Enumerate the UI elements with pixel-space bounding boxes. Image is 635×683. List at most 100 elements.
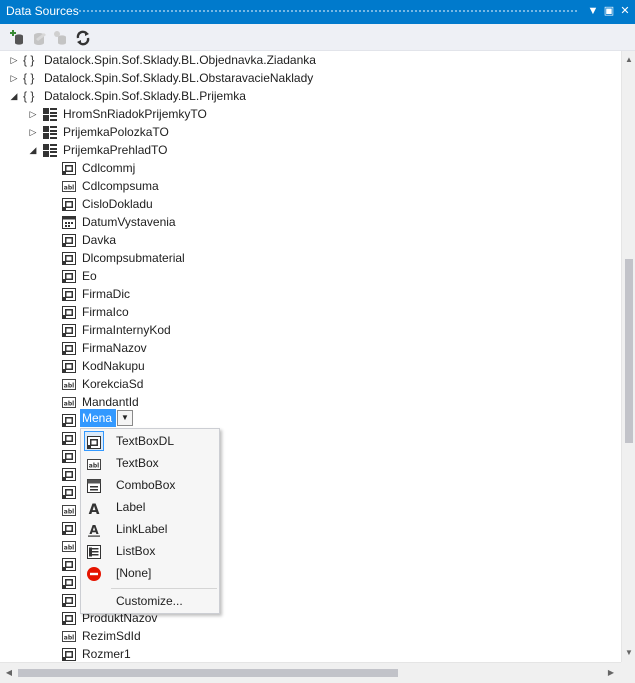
menu-item-textboxdl[interactable]: TextBoxDL [81,430,219,452]
svg-text:A: A [89,502,100,515]
tree-node-namespace[interactable]: ▷ { } Datalock.Spin.Sof.Sklady.BL.Obstar… [0,69,621,87]
menu-item-label: Label [116,500,146,514]
tree-node-field[interactable]: FirmaInternyKod [0,321,621,339]
textboxdl-icon [62,198,76,211]
object-datasource-icon [43,126,57,139]
namespace-icon: { } [23,53,35,67]
tree-node-field[interactable]: DatumVystavenia [0,213,621,231]
expand-arrow-icon[interactable]: ▷ [28,105,38,123]
menu-separator [111,588,217,589]
expand-arrow-icon[interactable]: ▷ [9,69,19,87]
field-label: Dlcompsubmaterial [82,251,185,265]
textboxdl-icon [62,234,76,247]
tree-node-field[interactable]: FirmaIco [0,303,621,321]
tree-node-class[interactable]: ▷ HromSnRiadokPrijemkyTO [0,105,621,123]
menu-item-label: [None] [116,566,152,580]
textboxdl-icon [62,432,76,445]
tree-node-field[interactable]: CisloDokladu [0,195,621,213]
combobox-icon [87,478,101,493]
vertical-scrollbar[interactable]: ▲ ▼ [621,51,635,662]
svg-text:abl: abl [64,635,74,642]
scroll-right-arrow-icon[interactable]: ▶ [604,666,618,680]
field-label: FirmaInternyKod [82,323,171,337]
scrollbar-corner [621,662,635,683]
field-label: KodNakupu [82,359,145,373]
textboxdl-icon [62,648,76,661]
namespace-label: Datalock.Spin.Sof.Sklady.BL.Prijemka [44,89,246,103]
scroll-up-arrow-icon[interactable]: ▲ [622,53,635,67]
configure-icon[interactable] [52,29,70,47]
tree-node-field[interactable]: Dlcompsubmaterial [0,249,621,267]
refresh-icon[interactable] [74,29,92,47]
menu-item-label: TextBoxDL [116,434,175,448]
vertical-scroll-thumb[interactable] [625,259,633,443]
namespace-label: Datalock.Spin.Sof.Sklady.BL.Objednavka.Z… [44,53,316,67]
add-data-source-icon[interactable] [8,29,26,47]
svg-text:abl: abl [64,185,74,192]
horizontal-scrollbar[interactable]: ◀ ▶ [0,662,621,683]
collapse-arrow-icon[interactable]: ◢ [28,141,38,159]
field-label: Davka [82,233,117,247]
field-label: FirmaIco [82,305,129,319]
tree-node-field[interactable]: Davka [0,231,621,249]
menu-item-combobox[interactable]: ComboBox [81,474,219,496]
svg-text:abl: abl [89,463,99,470]
menu-item-linklabel[interactable]: A LinkLabel [81,518,219,540]
horizontal-scroll-thumb[interactable] [18,669,398,677]
menu-item-label: ListBox [116,544,156,558]
panel-title-bar[interactable]: Data Sources ▼ ▣ ✕ [0,0,635,24]
edit-dataset-icon[interactable] [30,29,48,47]
object-datasource-icon [43,144,57,157]
linklabel-icon: A [87,522,101,537]
data-sources-toolbar [0,24,635,51]
menu-item-listbox[interactable]: ListBox [81,540,219,562]
tree-node-namespace[interactable]: ▷ { } Datalock.Spin.Sof.Sklady.BL.Objedn… [0,51,621,69]
tree-node-class[interactable]: ▷ PrijemkaPolozkaTO [0,123,621,141]
tree-node-field[interactable]: Rozmer1 [0,645,621,662]
textboxdl-icon [62,612,76,625]
textbox-icon: abl [62,630,76,643]
svg-text:A: A [89,523,99,537]
object-datasource-icon [43,108,57,121]
textboxdl-icon [62,522,76,535]
textboxdl-icon [62,252,76,265]
tree-node-class[interactable]: ◢ PrijemkaPrehladTO [0,141,621,159]
scroll-down-arrow-icon[interactable]: ▼ [622,646,635,660]
menu-item-customize[interactable]: Customize... [81,590,219,612]
collapse-arrow-icon[interactable]: ◢ [9,87,19,105]
maximize-button[interactable]: ▣ [601,3,617,20]
textboxdl-icon [62,558,76,571]
textboxdl-icon [62,360,76,373]
tree-node-field[interactable]: KodNakupu [0,357,621,375]
textbox-icon: abl [87,456,101,470]
window-position-dropdown-button[interactable]: ▼ [585,3,601,20]
tree-node-field[interactable]: FirmaNazov [0,339,621,357]
tree-node-field[interactable]: abl Cdlcompsuma [0,177,621,195]
textbox-icon: abl [62,180,76,193]
svg-text:abl: abl [64,545,74,552]
tree-node-namespace[interactable]: ◢ { } Datalock.Spin.Sof.Sklady.BL.Prijem… [0,87,621,105]
tree-node-field[interactable]: FirmaDic [0,285,621,303]
tree-node-field[interactable]: Eo [0,267,621,285]
menu-item-label[interactable]: A Label [81,496,219,518]
field-label: CisloDokladu [82,197,153,211]
tree-node-field[interactable]: Cdlcommj [0,159,621,177]
expand-arrow-icon[interactable]: ▷ [9,51,19,69]
expand-arrow-icon[interactable]: ▷ [28,123,38,141]
textboxdl-icon [62,342,76,355]
selected-field-label[interactable]: Mena [80,409,116,427]
scroll-left-arrow-icon[interactable]: ◀ [2,666,16,680]
textboxdl-icon [62,486,76,499]
menu-item-none[interactable]: [None] [81,562,219,584]
tree-node-field[interactable]: abl RezimSdId [0,627,621,645]
tree-node-field[interactable]: abl KorekciaSd [0,375,621,393]
menu-item-textbox[interactable]: abl TextBox [81,452,219,474]
namespace-label: Datalock.Spin.Sof.Sklady.BL.Obstaravacie… [44,71,314,85]
textboxdl-icon [62,450,76,463]
close-button[interactable]: ✕ [617,3,633,20]
class-label: PrijemkaPolozkaTO [63,125,169,139]
control-type-dropdown-button[interactable]: ▼ [117,410,133,426]
panel-title: Data Sources [6,4,79,18]
textbox-icon: abl [62,396,76,409]
textboxdl-icon [62,576,76,589]
